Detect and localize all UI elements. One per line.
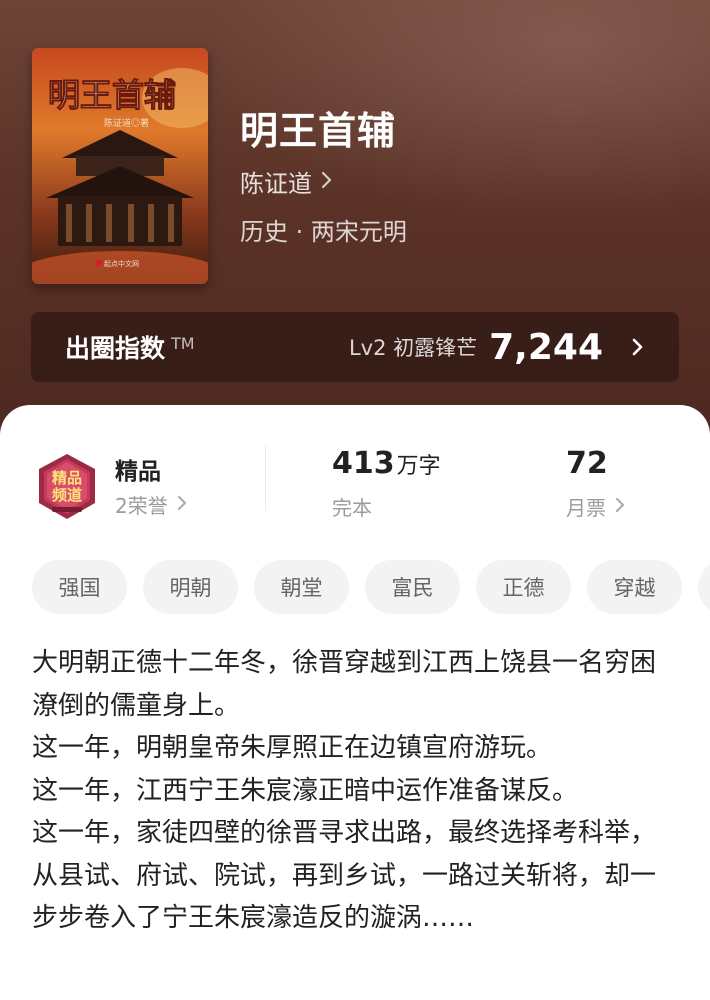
badge-text-2: 频道 [52,486,82,504]
completion-status: 完本 [332,496,372,520]
trademark-mark: TM [171,334,195,353]
book-synopsis[interactable]: 大明朝正德十二年冬，徐晋穿越到江西上饶县一名穷困潦倒的儒童身上。 这一年，明朝皇… [32,642,672,940]
synopsis-paragraph: 这一年，明朝皇帝朱厚照正在边镇宣府游玩。 [32,733,553,763]
book-cover[interactable]: 明王首辅 陈证道◎著 起点中文网 [32,48,208,284]
honor-title: 精品 [115,459,161,485]
monthly-votes-link[interactable]: 月票 [566,492,626,521]
book-title: 明王首辅 [240,109,397,153]
tag-chip[interactable]: 明朝 [143,560,238,614]
premium-badge-icon[interactable]: 精品 频道 [32,452,102,522]
tag-chip[interactable]: 强国 [32,560,127,614]
synopsis-paragraph: 这一年，家徒四壁的徐晋寻求出路，最终选择考科举，从县试、府试、院试，再到乡试，一… [32,818,657,933]
author-name: 陈证道 [240,170,312,198]
monthly-votes-label: 月票 [566,496,606,520]
word-count: 413 万字 [332,446,441,481]
synopsis-paragraph: 大明朝正德十二年冬，徐晋穿越到江西上饶县一名穷困潦倒的儒童身上。 [32,648,657,721]
badge-text-1: 精品 [52,469,82,487]
chevron-right-icon [614,495,626,519]
cover-title-text: 明王首辅 [48,77,176,113]
popularity-level: Lv2 初露锋芒 [348,336,478,360]
honor-link[interactable]: 2荣誉 [115,490,188,519]
cover-art: 明王首辅 陈证道◎著 起点中文网 [32,48,208,284]
popularity-right: Lv2 初露锋芒 7,244 [349,327,645,368]
word-count-number: 413 [332,446,395,481]
author-link[interactable]: 陈证道 [240,164,334,199]
chevron-right-icon [320,168,334,196]
chevron-right-icon [631,336,645,358]
book-genre[interactable]: 历史 · 两宋元明 [240,212,407,247]
synopsis-paragraph: 这一年，江西宁王朱宸濠正暗中运作准备谋反。 [32,775,579,806]
tag-chip[interactable]: 穿越 [587,560,682,614]
word-count-unit: 万字 [396,454,441,479]
cover-author-text: 陈证道◎著 [104,117,149,128]
popularity-label: 出圈指数 [65,334,166,363]
honor-count: 2荣誉 [115,494,168,518]
tag-chip[interactable]: 朝堂 [254,560,349,614]
tag-chip-partial[interactable] [698,560,710,614]
monthly-votes-number: 72 [566,446,608,481]
popularity-value: 7,244 [489,326,603,368]
tag-list: 强国 明朝 朝堂 富民 正德 穿越 [32,560,710,616]
tag-chip[interactable]: 正德 [476,560,571,614]
cover-publisher-text: 起点中文网 [104,259,139,268]
tag-chip[interactable]: 富民 [365,560,460,614]
chevron-right-icon [176,493,188,517]
popularity-index-bar[interactable]: 出圈指数 TM Lv2 初露锋芒 7,244 [31,312,679,382]
stats-divider [265,445,266,511]
